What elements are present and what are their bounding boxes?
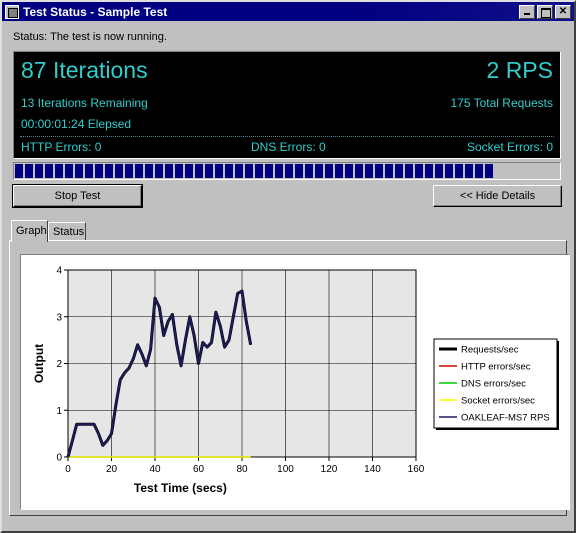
iterations-remaining: 13 Iterations Remaining [21, 96, 148, 110]
legend-label: DNS errors/sec [461, 379, 526, 390]
x-tick-label: 120 [321, 464, 338, 475]
iterations-count: 87 Iterations [21, 57, 148, 83]
y-axis-label: Output [32, 344, 46, 383]
x-tick-label: 140 [364, 464, 381, 475]
http-errors: HTTP Errors: 0 [21, 140, 102, 154]
y-tick-label: 2 [56, 359, 62, 370]
total-requests: 175 Total Requests [450, 96, 553, 110]
chart-container: 0 20 40 60 80 100 120 140 160 0 1 2 3 4 Test Time (sec… [20, 254, 570, 510]
y-tick-label: 1 [56, 406, 62, 417]
progress-fill [15, 164, 494, 178]
hide-details-button[interactable]: << Hide Details [433, 185, 562, 207]
maximize-button[interactable] [537, 4, 553, 19]
tab-status[interactable]: Status [48, 222, 86, 241]
x-tick-label: 160 [408, 464, 425, 475]
test-progress-bar [13, 162, 561, 180]
dns-errors: DNS Errors: 0 [251, 140, 326, 154]
x-tick-label: 60 [193, 464, 205, 475]
y-tick-label: 4 [56, 266, 62, 277]
x-tick-label: 80 [236, 464, 248, 475]
x-tick-label: 100 [277, 464, 294, 475]
requests-chart: 0 20 40 60 80 100 120 140 160 0 1 2 3 4 Test Time (sec… [32, 266, 559, 495]
legend-label: OAKLEAF-MS7 RPS [461, 413, 550, 424]
app-icon[interactable] [5, 4, 19, 19]
socket-errors: Socket Errors: 0 [466, 140, 553, 154]
x-tick-label: 40 [149, 464, 161, 475]
x-axis-label: Test Time (secs) [134, 481, 227, 495]
legend-label: HTTP errors/sec [461, 362, 531, 373]
x-tick-label: 0 [65, 464, 71, 475]
x-tick-label: 20 [106, 464, 118, 475]
status-text: Status: The test is now running. [13, 31, 167, 43]
stop-test-button[interactable]: Stop Test [12, 184, 143, 208]
elapsed-time: 00:00:01:24 Elepsed [21, 117, 132, 131]
title-bar[interactable]: Test Status - Sample Test ✕ [2, 2, 574, 21]
legend-label: Requests/sec [461, 345, 519, 356]
y-tick-label: 0 [56, 453, 62, 464]
y-tick-label: 3 [56, 312, 62, 323]
close-button[interactable]: ✕ [555, 4, 571, 19]
minimize-button[interactable] [519, 4, 535, 19]
dashboard-divider [20, 136, 554, 137]
legend-label: Socket errors/sec [461, 396, 535, 407]
stats-dashboard: 87 Iterations 2 RPS 13 Iterations Remain… [13, 51, 561, 159]
tab-graph[interactable]: Graph [11, 220, 48, 242]
window-title: Test Status - Sample Test [23, 4, 168, 19]
rps-value: 2 RPS [486, 57, 553, 83]
